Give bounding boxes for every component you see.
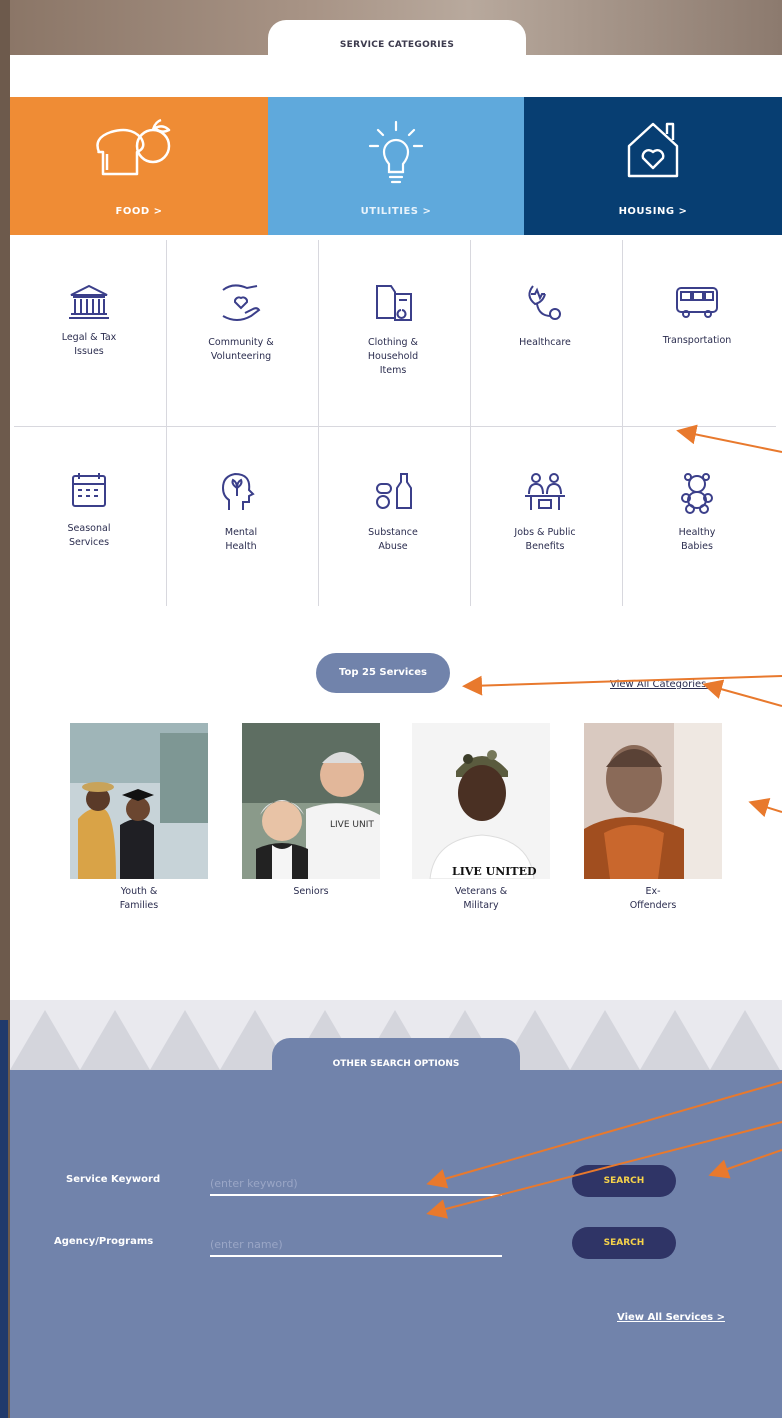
category-label: Seasonal Services (67, 523, 111, 548)
calendar-icon (72, 473, 106, 507)
veterans-photo: LIVE UNITED (412, 723, 550, 879)
category-label: Healthy Babies (678, 527, 716, 552)
view-all-categories-text: View All Categories (610, 679, 707, 690)
bread-apple-icon (96, 118, 171, 176)
category-community[interactable]: Community & Volunteering (166, 280, 316, 364)
top-25-services-button[interactable]: Top 25 Services (316, 653, 450, 693)
audience-label: Veterans & Military (454, 886, 508, 911)
category-seasonal[interactable]: Seasonal Services (14, 470, 164, 550)
tile-food-label: FOOD > (115, 206, 163, 217)
photo-youth-families[interactable] (70, 723, 208, 879)
service-categories-title: SERVICE CATEGORIES (339, 40, 455, 50)
category-healthy-babies[interactable]: Healthy Babies (622, 470, 772, 554)
lightbulb-icon (368, 120, 424, 184)
people-desk-icon (525, 473, 565, 510)
tile-utilities-label: UTILITIES > (360, 206, 432, 217)
chevron-right-icon: › (709, 679, 714, 690)
category-label: Clothing & Household Items (367, 337, 419, 376)
service-categories-tab: SERVICE CATEGORIES (268, 20, 526, 62)
category-legal-tax[interactable]: Legal & Tax Issues (14, 283, 164, 359)
seniors-shirt-text: LIVE UNIT (330, 820, 374, 830)
audience-label: Seniors (293, 886, 329, 897)
youth-families-photo (70, 723, 208, 879)
category-label: Transportation (662, 335, 732, 346)
ex-offenders-photo (584, 723, 722, 879)
agency-search-button[interactable]: SEARCH (572, 1227, 676, 1259)
category-label: Mental Health (224, 527, 258, 552)
left-edge-bar-lower (0, 1020, 8, 1418)
stethoscope-icon (528, 285, 561, 320)
grid-divider (14, 426, 776, 427)
photo-ex-offenders[interactable] (584, 723, 722, 879)
category-label: Community & Volunteering (208, 337, 274, 362)
category-label: Legal & Tax Issues (61, 332, 117, 357)
pills-bottle-icon (376, 473, 412, 509)
keyword-search-button[interactable]: SEARCH (572, 1165, 676, 1197)
category-transportation[interactable]: Transportation (622, 282, 772, 348)
audience-label: Ex- Offenders (629, 886, 677, 911)
category-substance-abuse[interactable]: Substance Abuse (318, 470, 468, 554)
agency-programs-label: Agency/Programs (54, 1236, 154, 1247)
veteran-shirt-text: LIVE UNITED (452, 865, 537, 878)
bus-icon (676, 287, 718, 318)
head-flower-icon (221, 472, 255, 510)
service-keyword-label: Service Keyword (66, 1174, 161, 1185)
service-keyword-input[interactable] (210, 1172, 502, 1196)
house-heart-icon (627, 122, 679, 178)
category-jobs[interactable]: Jobs & Public Benefits (470, 470, 620, 554)
category-clothing[interactable]: Clothing & Household Items (318, 280, 468, 378)
view-all-categories-link[interactable]: View All Categories › (610, 679, 714, 690)
other-search-title: OTHER SEARCH OPTIONS (332, 1059, 460, 1069)
photo-veterans[interactable]: LIVE UNITED (412, 723, 550, 879)
category-mental-health[interactable]: Mental Health (166, 470, 316, 554)
courthouse-icon (69, 284, 109, 319)
view-all-services-link[interactable]: View All Services > (617, 1312, 725, 1323)
category-tile-housing[interactable]: HOUSING > (524, 97, 782, 235)
category-tile-utilities[interactable]: UTILITIES > (268, 97, 524, 235)
category-label: Healthcare (519, 337, 571, 348)
agency-programs-input[interactable] (210, 1233, 502, 1257)
clothing-icon (376, 285, 412, 321)
category-tile-food[interactable]: FOOD > (10, 97, 268, 235)
other-search-tab: OTHER SEARCH OPTIONS (272, 1038, 520, 1082)
tile-housing-label: HOUSING > (618, 206, 688, 217)
category-healthcare[interactable]: Healthcare (470, 280, 620, 350)
photo-seniors[interactable]: LIVE UNIT (242, 723, 380, 879)
teddy-bear-icon (681, 473, 713, 514)
audience-label: Youth & Families (119, 886, 159, 911)
category-label: Jobs & Public Benefits (514, 527, 576, 552)
seniors-photo: LIVE UNIT (242, 723, 380, 879)
category-label: Substance Abuse (368, 527, 418, 552)
hands-heart-icon (222, 284, 261, 321)
